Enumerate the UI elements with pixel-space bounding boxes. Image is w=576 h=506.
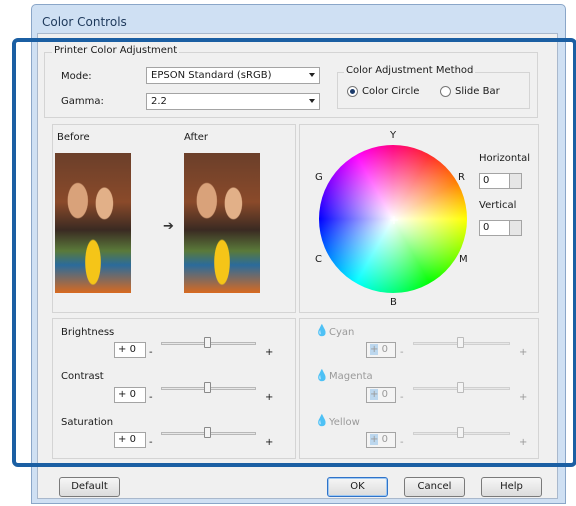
help-button[interactable]: Help [481, 477, 542, 497]
focus-highlight-frame [12, 38, 576, 467]
default-button[interactable]: Default [59, 477, 120, 497]
cancel-button[interactable]: Cancel [404, 477, 465, 497]
window-title: Color Controls [42, 15, 127, 29]
ok-button[interactable]: OK [327, 477, 388, 497]
